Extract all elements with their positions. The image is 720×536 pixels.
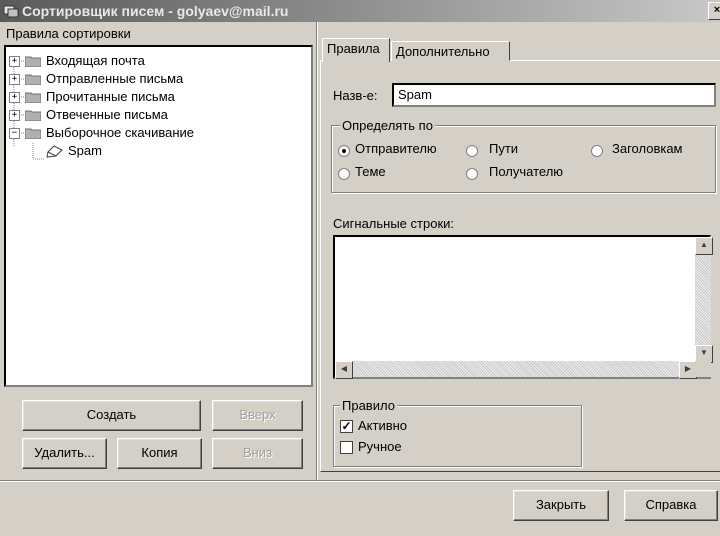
- tree-item-inbox[interactable]: + Входящая почта: [6, 52, 306, 70]
- radio-sender-label[interactable]: Отправителю: [355, 141, 437, 156]
- rule-group: [333, 405, 582, 467]
- rule-icon: [46, 145, 63, 158]
- scroll-up-icon[interactable]: ▲: [695, 237, 713, 255]
- footer-separator: [0, 480, 720, 482]
- radio-subject[interactable]: [338, 168, 350, 180]
- folder-icon: [25, 74, 41, 85]
- radio-headers-label[interactable]: Заголовкам: [612, 141, 683, 156]
- close-button[interactable]: Закрыть: [513, 490, 609, 521]
- define-by-group: [331, 125, 716, 193]
- radio-path[interactable]: [466, 145, 478, 157]
- rules-tree[interactable]: + Входящая почта + Отправленные письма +…: [4, 45, 313, 387]
- scroll-left-icon[interactable]: ◀: [335, 361, 353, 379]
- tab-advanced[interactable]: Дополнительно: [391, 41, 510, 61]
- manual-checkbox-label[interactable]: Ручное: [358, 439, 402, 454]
- radio-headers[interactable]: [591, 145, 603, 157]
- radio-sender[interactable]: [338, 145, 350, 157]
- signal-strings-textarea[interactable]: ▲ ▼ ◀ ▶: [333, 235, 713, 379]
- expand-icon[interactable]: +: [9, 92, 20, 103]
- radio-recipient[interactable]: [466, 168, 478, 180]
- tree-item-sent[interactable]: + Отправленные письма: [6, 70, 306, 88]
- radio-subject-label[interactable]: Теме: [355, 164, 386, 179]
- app-icon: [3, 5, 19, 18]
- copy-button[interactable]: Копия: [117, 438, 202, 469]
- radio-recipient-label[interactable]: Получателю: [489, 164, 563, 179]
- move-up-button[interactable]: Вверх: [212, 400, 303, 431]
- tree-item-label: Spam: [68, 143, 102, 158]
- expand-icon[interactable]: +: [9, 74, 20, 85]
- tree-item-label: Выборочное скачивание: [46, 125, 195, 140]
- tree-item-read[interactable]: + Прочитанные письма: [6, 88, 306, 106]
- delete-button[interactable]: Удалить...: [22, 438, 107, 469]
- rule-name-input[interactable]: Spam: [392, 83, 716, 107]
- scroll-corner: [695, 361, 711, 377]
- radio-path-label[interactable]: Пути: [489, 141, 518, 156]
- horizontal-scrollbar[interactable]: [335, 361, 695, 377]
- tree-item-replied[interactable]: + Отвеченные письма: [6, 106, 306, 124]
- manual-checkbox[interactable]: [340, 441, 353, 454]
- collapse-icon[interactable]: −: [9, 128, 20, 139]
- tree-item-label: Отправленные письма: [46, 71, 184, 86]
- expand-icon[interactable]: +: [9, 110, 20, 121]
- signal-strings-label: Сигнальные строки:: [333, 216, 454, 231]
- active-checkbox[interactable]: ✓: [340, 420, 353, 433]
- folder-icon: [25, 110, 41, 121]
- panel-separator: [316, 22, 318, 480]
- folder-icon: [25, 56, 41, 67]
- tree-item-label: Входящая почта: [46, 53, 145, 68]
- folder-icon: [25, 128, 41, 139]
- tree-item-spam[interactable]: Spam: [6, 142, 306, 160]
- move-down-button[interactable]: Вниз: [212, 438, 303, 469]
- help-button[interactable]: Справка: [624, 490, 718, 521]
- vertical-scrollbar[interactable]: [695, 237, 711, 361]
- rule-group-legend: Правило: [340, 398, 397, 413]
- tree-item-label: Прочитанные письма: [46, 89, 175, 104]
- active-checkbox-label[interactable]: Активно: [358, 418, 407, 433]
- title-bar: Сортировщик писем - golyaev@mail.ru ×: [0, 0, 720, 22]
- rules-tree-label: Правила сортировки: [6, 26, 131, 41]
- tree-item-selective-download[interactable]: − Выборочное скачивание: [6, 124, 306, 142]
- close-window-icon[interactable]: ×: [708, 2, 720, 20]
- tree-item-label: Отвеченные письма: [46, 107, 168, 122]
- create-button[interactable]: Создать: [22, 400, 201, 431]
- window-title: Сортировщик писем - golyaev@mail.ru: [22, 3, 289, 19]
- tab-rules[interactable]: Правила: [322, 38, 390, 62]
- folder-icon: [25, 92, 41, 103]
- expand-icon[interactable]: +: [9, 56, 20, 67]
- define-by-legend: Определять по: [340, 118, 435, 133]
- name-label: Назв-е:: [333, 88, 378, 103]
